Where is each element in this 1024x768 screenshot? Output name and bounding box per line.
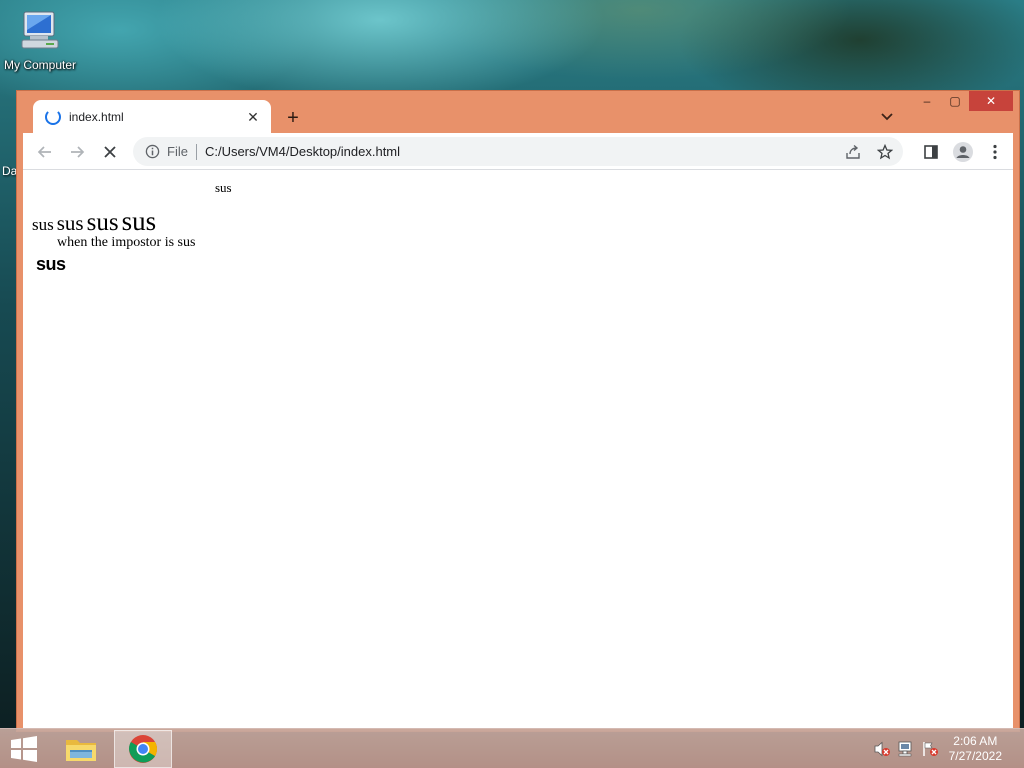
url-separator bbox=[195, 143, 197, 160]
window-caption-buttons: – ▢ ✕ bbox=[913, 91, 1013, 113]
page-text-word: sus bbox=[56, 211, 84, 235]
computer-icon bbox=[21, 11, 59, 49]
page-text-line-4: sus bbox=[36, 254, 66, 274]
star-icon bbox=[877, 143, 893, 159]
clock-date: 7/27/2022 bbox=[948, 749, 1002, 763]
tab-title: index.html bbox=[69, 110, 124, 124]
page-text-word: sus bbox=[32, 215, 54, 234]
more-vertical-icon bbox=[993, 144, 997, 160]
avatar-icon bbox=[953, 142, 973, 162]
menu-button[interactable] bbox=[981, 138, 1009, 166]
tab-close-icon[interactable]: ✕ bbox=[245, 109, 261, 126]
new-tab-button[interactable]: + bbox=[279, 104, 307, 132]
share-icon bbox=[846, 144, 860, 159]
taskbar-chrome[interactable] bbox=[114, 730, 172, 768]
desktop-icon-label: My Computer bbox=[3, 58, 77, 72]
page-text-line-1: sus bbox=[215, 180, 232, 195]
network-icon[interactable] bbox=[897, 741, 915, 757]
info-icon[interactable] bbox=[143, 143, 161, 161]
stop-loading-button[interactable] bbox=[96, 138, 124, 166]
minimize-button[interactable]: – bbox=[913, 91, 941, 111]
folder-icon bbox=[66, 740, 96, 761]
page-text-line-3: when the impostor is sus bbox=[57, 235, 196, 250]
browser-window: – ▢ ✕ index.html ✕ + File C:/Users/VM4/D… bbox=[16, 90, 1020, 732]
start-button[interactable] bbox=[8, 735, 40, 763]
share-button[interactable] bbox=[839, 138, 867, 166]
browser-toolbar: File C:/Users/VM4/Desktop/index.html bbox=[23, 133, 1013, 170]
back-arrow-icon bbox=[37, 146, 51, 158]
page-viewport: sus sus sus sus sus when the impostor is su… bbox=[23, 170, 1013, 728]
chrome-icon bbox=[129, 735, 157, 763]
taskbar-file-explorer[interactable] bbox=[52, 730, 110, 768]
page-text-word: sus bbox=[86, 209, 119, 236]
maximize-button[interactable]: ▢ bbox=[941, 91, 969, 111]
back-button[interactable] bbox=[31, 138, 59, 166]
address-bar[interactable]: File C:/Users/VM4/Desktop/index.html bbox=[133, 137, 903, 166]
url-scheme: File bbox=[167, 144, 188, 159]
system-clock[interactable]: 2:06 AM 7/27/2022 bbox=[949, 734, 1002, 764]
side-panel-icon bbox=[924, 145, 938, 159]
stop-icon bbox=[104, 146, 116, 158]
desktop-icon-my-computer[interactable]: My Computer bbox=[0, 8, 80, 72]
close-button[interactable]: ✕ bbox=[969, 91, 1013, 111]
chevron-down-icon bbox=[881, 113, 893, 121]
tab-index-html[interactable]: index.html ✕ bbox=[33, 100, 271, 134]
tab-search-button[interactable] bbox=[875, 105, 899, 129]
side-panel-button[interactable] bbox=[917, 138, 945, 166]
page-text-line-2: sus sus sus sus bbox=[32, 206, 159, 237]
profile-button[interactable] bbox=[949, 138, 977, 166]
action-center-flag-icon[interactable] bbox=[921, 741, 939, 757]
page-text-word: sus bbox=[121, 206, 157, 236]
loading-spinner-icon bbox=[45, 109, 61, 125]
taskbar: 2:06 AM 7/27/2022 bbox=[0, 728, 1024, 768]
forward-button[interactable] bbox=[63, 138, 91, 166]
url-text[interactable]: C:/Users/VM4/Desktop/index.html bbox=[205, 144, 839, 159]
windows-logo-icon bbox=[11, 736, 37, 762]
volume-muted-icon[interactable] bbox=[873, 741, 891, 757]
bookmark-button[interactable] bbox=[871, 138, 899, 166]
forward-arrow-icon bbox=[71, 146, 85, 158]
clock-time: 2:06 AM bbox=[953, 734, 998, 748]
